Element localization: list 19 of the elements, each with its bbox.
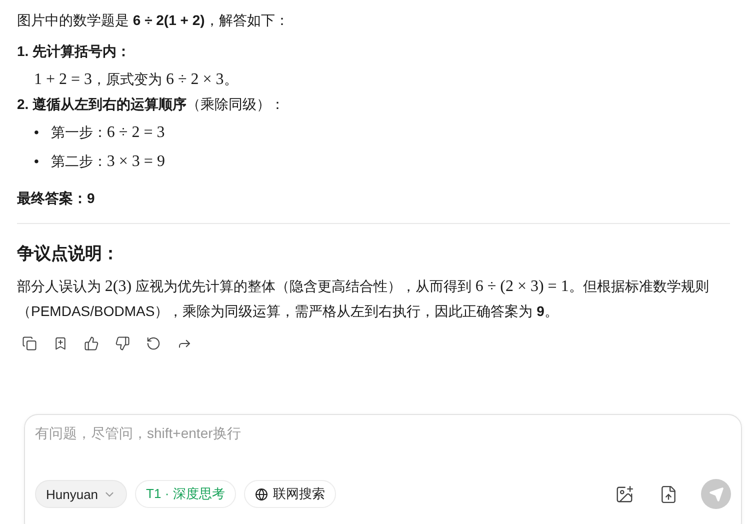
send-icon — [708, 486, 724, 502]
bullet: • — [34, 123, 39, 142]
section-heading: 争议点说明： — [17, 244, 120, 264]
explanation-text: 部分人误认为 2(3) 应视为优先计算的整体（隐含更高结合性），从而得到 6 ÷ (2 × 3) = 1。但根据标准数学规则（PEMDAS/BODMAS），乘除为同级运算，需严格从左到右执行，因此正确答案为 9。 — [17, 277, 710, 321]
intro-text: 图片中的数学题是 6 ÷ 2(1 + 2)，解答如下： — [17, 11, 290, 30]
final-answer: 最终答案：9 — [17, 189, 96, 208]
step-text: 第一步：6 ÷ 2 = 3 — [50, 123, 165, 143]
copy-icon[interactable] — [20, 334, 39, 353]
step-title: 2. 遵循从左到右的运算顺序（乘除同级）： — [17, 95, 286, 114]
bullet: • — [34, 152, 39, 171]
step-text: 第二步：3 × 3 = 9 — [50, 152, 165, 172]
thumbs-up-icon[interactable] — [82, 334, 101, 353]
mode-toggle[interactable]: 联网搜索 — [244, 480, 336, 508]
globe-icon — [254, 488, 268, 500]
model-selector[interactable]: Hunyuan — [35, 480, 128, 508]
step-text: 1 + 2 = 3，原式变为 6 ÷ 2 × 3。 — [34, 70, 239, 89]
step-title: 1. 先计算括号内： — [17, 42, 132, 61]
thumbs-down-icon[interactable] — [113, 334, 132, 353]
message-field[interactable]: 有问题，尽管问，shift+enter换行 Hunyuan T1 · 深度思考 联网搜索 — [24, 414, 742, 524]
